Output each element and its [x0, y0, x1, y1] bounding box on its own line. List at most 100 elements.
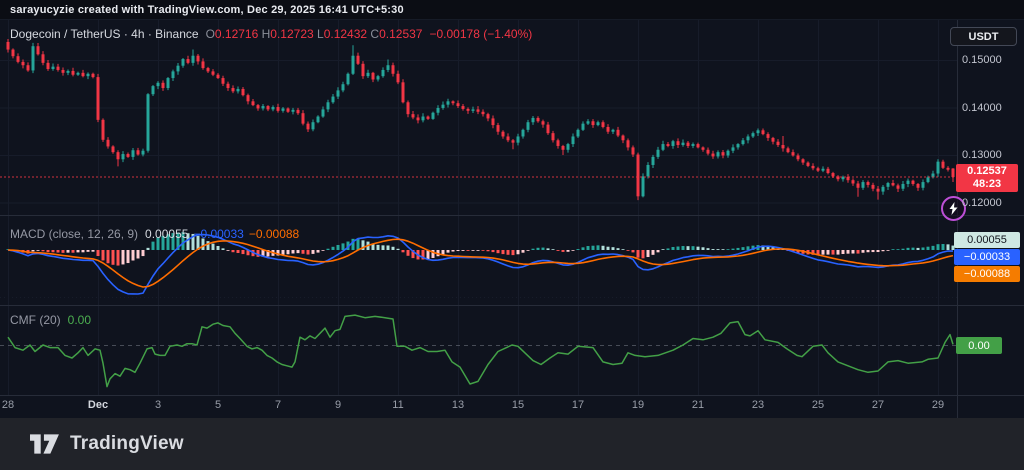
- candle-body: [87, 74, 90, 76]
- tradingview-logo-text[interactable]: TradingView: [70, 433, 184, 455]
- candle-body: [867, 182, 870, 185]
- time-tick-label: 5: [215, 399, 221, 411]
- macd-histogram-bar: [87, 250, 90, 252]
- candle-body: [132, 150, 135, 157]
- macd-histogram-bar: [232, 250, 235, 252]
- macd-histogram-bar: [487, 250, 490, 251]
- candle-body: [102, 120, 105, 140]
- candle-body: [292, 110, 295, 112]
- macd-values: 0.00055−0.00033−0.00088: [145, 227, 304, 241]
- macd-histogram-bar: [467, 250, 470, 251]
- macd-value: 0.00055: [145, 227, 188, 241]
- candle-body: [297, 110, 300, 113]
- candle-body: [437, 108, 440, 113]
- macd-histogram-bar: [917, 248, 920, 250]
- candle-body: [222, 78, 225, 84]
- candle-body: [147, 94, 150, 151]
- candle-body: [877, 189, 880, 192]
- candle-body: [462, 106, 465, 109]
- macd-histogram-bar: [297, 250, 300, 253]
- candle-body: [617, 130, 620, 136]
- macd-histogram-bar: [567, 250, 570, 252]
- macd-histogram-bar: [457, 250, 460, 251]
- candle-body: [687, 143, 690, 146]
- candle-body: [507, 136, 510, 140]
- candle-body: [857, 184, 860, 188]
- symbol-title[interactable]: Dogecoin / TetherUS · 4h · Binance: [10, 27, 199, 41]
- time-tick-label: 17: [572, 399, 584, 411]
- macd-legend[interactable]: MACD (close, 12, 26, 9) 0.00055−0.00033−…: [10, 227, 304, 241]
- candle-body: [587, 121, 590, 123]
- candle-body: [947, 168, 950, 170]
- macd-histogram-bar: [302, 250, 305, 254]
- macd-histogram-bar: [92, 250, 95, 252]
- macd-histogram-bar: [862, 250, 865, 253]
- macd-histogram-bar: [222, 248, 225, 250]
- macd-histogram-bar: [357, 239, 360, 250]
- candle-body: [552, 133, 555, 140]
- macd-histogram-bar: [492, 250, 495, 252]
- candle-body: [357, 56, 360, 64]
- cmf-legend[interactable]: CMF (20) 0.00: [10, 313, 91, 327]
- macd-histogram-bar: [67, 250, 70, 253]
- candle-body: [807, 163, 810, 166]
- candle-body: [757, 130, 760, 133]
- change-value: −0.00178 (−1.40%): [429, 27, 532, 41]
- candle-body: [32, 46, 35, 70]
- tradingview-logo-icon[interactable]: [30, 434, 60, 454]
- macd-histogram-bar: [282, 250, 285, 255]
- macd-histogram-bar: [112, 250, 115, 265]
- macd-histogram-bar: [552, 249, 555, 250]
- chart-canvas[interactable]: [0, 0, 1024, 418]
- macd-histogram-bar: [662, 249, 665, 250]
- time-tick-label: 29: [932, 399, 944, 411]
- macd-histogram-bar: [947, 244, 950, 250]
- macd-histogram-bar: [497, 250, 500, 253]
- macd-histogram-bar: [837, 250, 840, 255]
- candle-body: [377, 76, 380, 79]
- macd-histogram-bar: [547, 248, 550, 250]
- macd-title[interactable]: MACD (close, 12, 26, 9): [10, 227, 138, 241]
- macd-histogram-bar: [832, 250, 835, 255]
- candle-body: [232, 88, 235, 91]
- candle-body: [792, 152, 795, 155]
- currency-toggle-button[interactable]: USDT: [950, 27, 1017, 46]
- candle-body: [142, 151, 145, 155]
- candle-body: [392, 65, 395, 74]
- candle-body: [42, 54, 45, 63]
- macd-histogram-bar: [47, 250, 50, 252]
- time-tick-label: 3: [155, 399, 161, 411]
- last-price-value: 0.12537: [967, 165, 1007, 178]
- candle-body: [217, 75, 220, 78]
- macd-histogram-bar: [137, 250, 140, 258]
- candle-body: [922, 182, 925, 188]
- last-price-label: 0.12537 48:23: [956, 164, 1018, 192]
- macd-histogram-bar: [217, 246, 220, 250]
- macd-histogram-bar: [477, 250, 480, 251]
- time-tick-label: Dec: [88, 399, 108, 411]
- macd-histogram-bar: [912, 248, 915, 250]
- candle-body: [937, 162, 940, 174]
- macd-histogram-bar: [582, 247, 585, 250]
- ohlc-key: O: [206, 27, 215, 41]
- candle-body: [812, 166, 815, 168]
- symbol-info-bar[interactable]: Dogecoin / TetherUS · 4h · Binance O0.12…: [10, 27, 532, 41]
- macd-histogram-bar: [62, 250, 65, 253]
- attribution-bar: sarayucyzie created with TradingView.com…: [0, 0, 1024, 20]
- candle-body: [272, 107, 275, 109]
- ohlc-value: 0.12716: [215, 27, 262, 41]
- macd-histogram-bar: [332, 247, 335, 250]
- candle-body: [467, 109, 470, 111]
- candle-body: [202, 61, 205, 68]
- price-tick-label: 0.15000: [962, 54, 1002, 66]
- candle-body: [347, 74, 350, 84]
- macd-histogram-bar: [107, 250, 110, 263]
- time-tick-label: 28: [2, 399, 14, 411]
- candle-body: [362, 64, 365, 76]
- cmf-title[interactable]: CMF (20): [10, 313, 61, 327]
- candle-body: [672, 141, 675, 146]
- macd-histogram-bar: [842, 250, 845, 254]
- candle-body: [482, 112, 485, 114]
- macd-histogram-bar: [152, 242, 155, 250]
- candle-body: [637, 155, 640, 197]
